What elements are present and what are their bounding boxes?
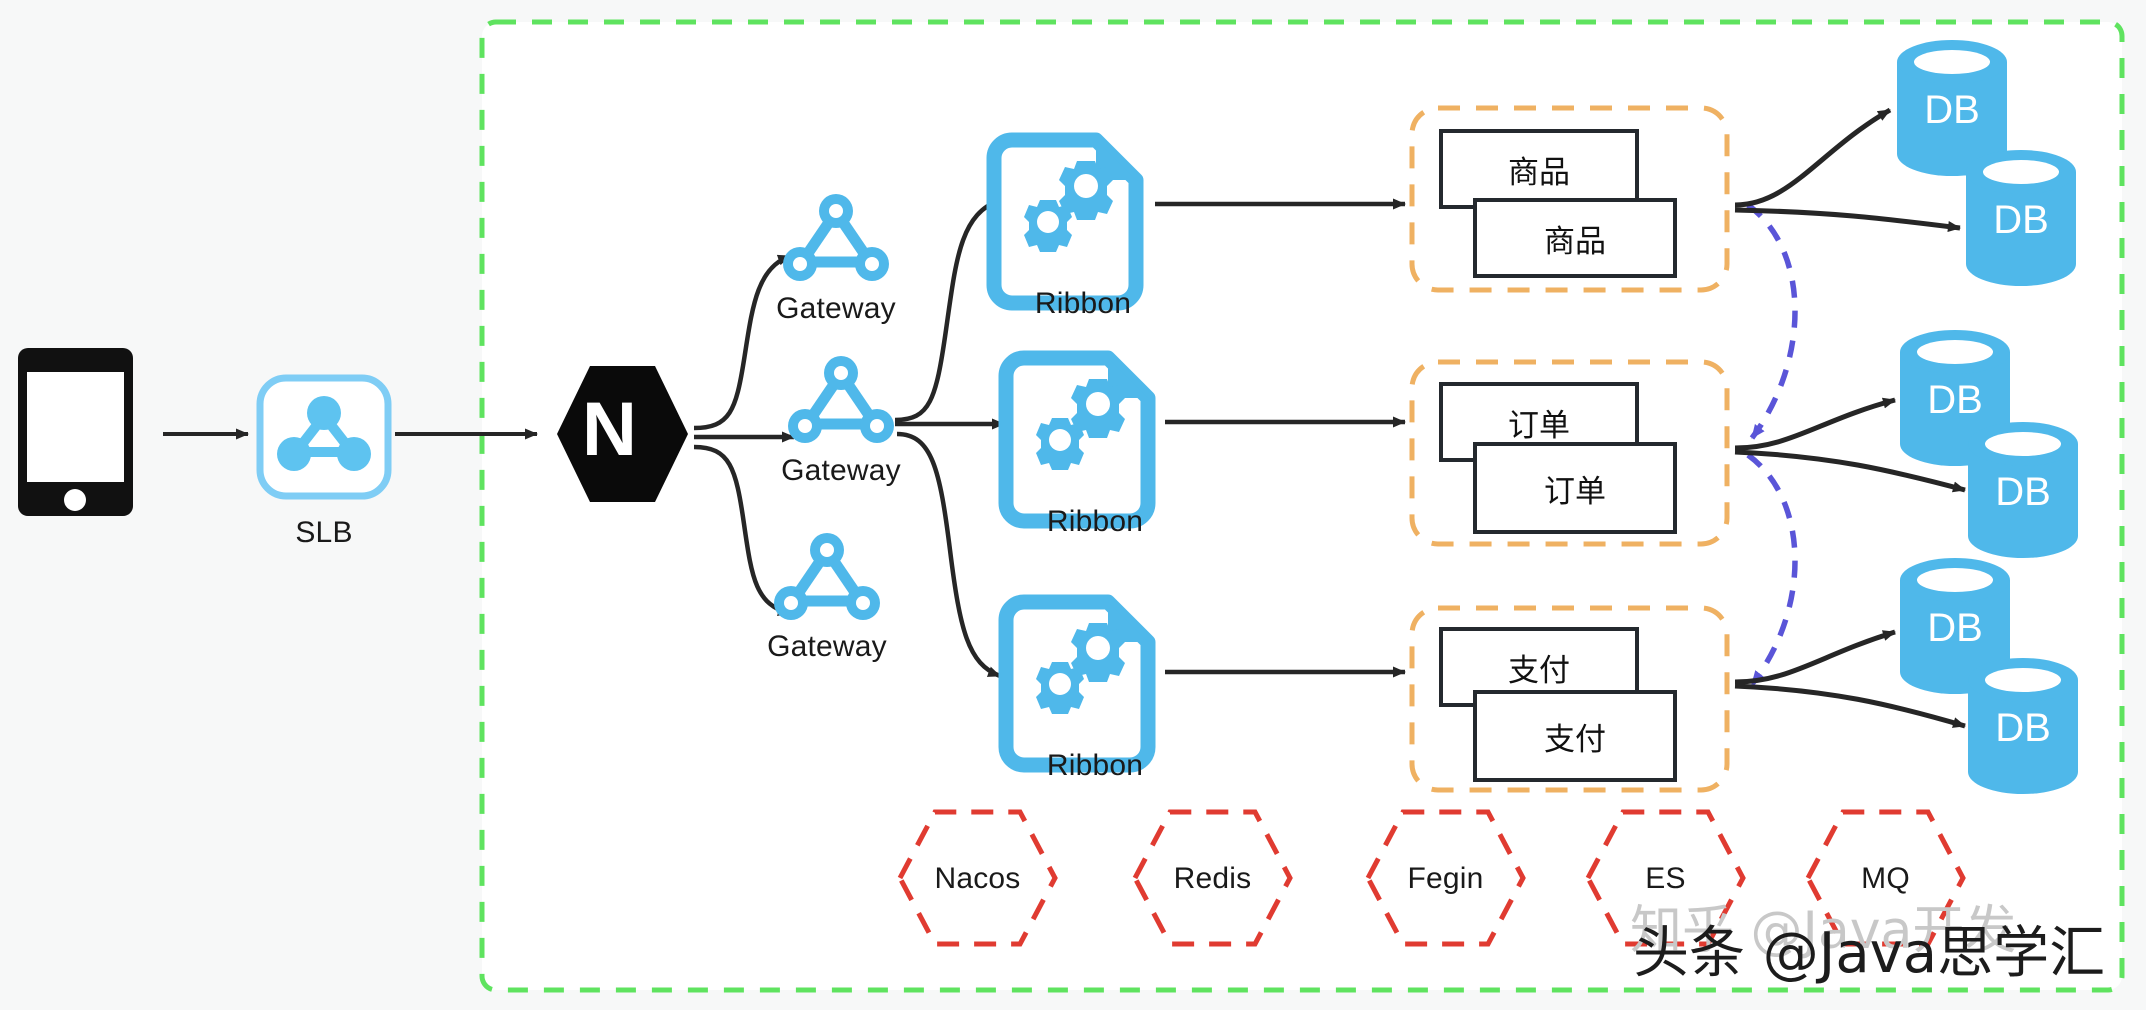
service-box-payment-front: 支付 (1473, 690, 1677, 782)
gateway-label-3: Gateway (767, 630, 887, 663)
hexagon-label-nacos: Nacos (934, 862, 1021, 895)
service-box-product-back: 商品 (1439, 129, 1639, 209)
architecture-diagram: N SLB Gateway Gateway Gateway Ribbon Rib… (0, 0, 2146, 1010)
slb-label: SLB (295, 516, 353, 549)
db-cylinder-6 (1968, 658, 2078, 794)
ribbon-label-2: Ribbon (1046, 505, 1144, 538)
service-box-order-front: 订单 (1473, 442, 1677, 534)
gateway-label-1: Gateway (776, 292, 896, 325)
ribbon-label-3: Ribbon (1046, 749, 1144, 782)
hexagon-label-es: ES (1645, 862, 1686, 895)
ribbon-label-1: Ribbon (1034, 287, 1132, 320)
mobile-phone-icon (18, 348, 133, 516)
gateway-label-2: Gateway (781, 454, 901, 487)
hexagon-label-mq: MQ (1861, 862, 1910, 895)
nginx-letter: N (582, 387, 637, 472)
document-gears-icon-2 (998, 350, 1156, 529)
document-gears-icon-1 (986, 132, 1144, 311)
hexagon-label-redis: Redis (1173, 862, 1252, 895)
document-gears-icon-3 (998, 594, 1156, 773)
service-box-product-front: 商品 (1473, 198, 1677, 278)
db-cylinder-2 (1966, 150, 2076, 286)
hexagon-label-fegin: Fegin (1407, 862, 1484, 895)
deployment-boundary (479, 19, 2125, 993)
db-cylinder-4 (1968, 422, 2078, 558)
slb-frame (256, 374, 392, 500)
